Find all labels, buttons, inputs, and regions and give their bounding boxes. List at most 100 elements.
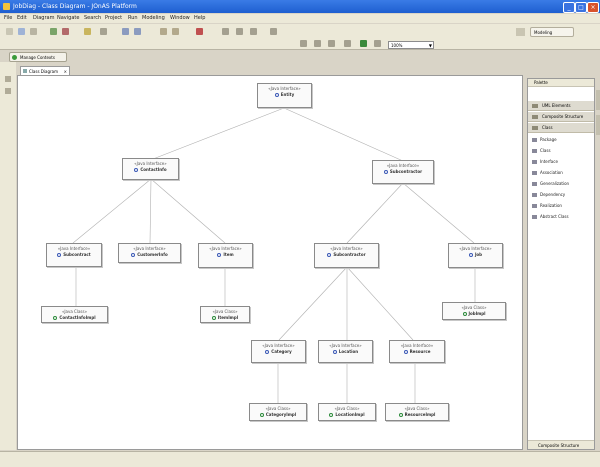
class-node[interactable]: «Java Interface» CustomerInfo <box>118 243 181 263</box>
interface-icon <box>57 253 62 257</box>
interface-icon <box>532 160 537 164</box>
delete-icon[interactable] <box>196 28 203 35</box>
view-icon[interactable] <box>5 88 11 94</box>
print-icon[interactable] <box>30 28 37 35</box>
class-node[interactable]: «Java Interface» ContactInfo <box>122 158 179 180</box>
palette-item[interactable]: Interface <box>532 159 558 164</box>
drawer-label: UML Elements <box>542 103 571 108</box>
menu-run[interactable]: Run <box>128 15 138 21</box>
perspective-button[interactable]: Modeling <box>530 27 574 37</box>
class-node[interactable]: «Java Class» CategoryImpl <box>249 403 307 421</box>
class-node[interactable]: «Java Interface» Job <box>448 243 503 268</box>
menu-edit[interactable]: Edit <box>17 15 27 21</box>
zoom-select[interactable]: 100% ▼ <box>388 41 434 49</box>
menu-project[interactable]: Project <box>105 15 122 21</box>
side-tab[interactable] <box>596 90 600 110</box>
palette-item-label: Interface <box>540 159 558 164</box>
restore-icon[interactable] <box>5 76 11 82</box>
align-right-icon[interactable] <box>250 28 257 35</box>
back-icon[interactable] <box>122 28 129 35</box>
class-node[interactable]: «Java Class» LocationImpl <box>318 403 376 421</box>
palette-footer[interactable]: Composite Structure <box>528 440 594 449</box>
menu-file[interactable]: File <box>4 15 12 21</box>
menu-help[interactable]: Help <box>194 15 205 21</box>
menu-search[interactable]: Search <box>84 15 101 21</box>
line-style-icon[interactable] <box>314 40 321 47</box>
class-node[interactable]: «Java Interface» Location <box>318 340 373 363</box>
palette-drawer[interactable]: Class <box>528 123 594 133</box>
manage-contexts-button[interactable]: Manage Contexts <box>9 52 67 62</box>
align-center-icon[interactable] <box>236 28 243 35</box>
interface-icon <box>332 350 337 354</box>
stereotype: «Java Class» <box>212 309 238 314</box>
stereotype: «Java Interface» <box>209 246 242 251</box>
maximize-button[interactable]: □ <box>575 2 587 13</box>
class-node[interactable]: «Java Interface» Item <box>198 243 253 268</box>
class-node[interactable]: «Java Class» ContactInfoImpl <box>41 306 108 323</box>
class-icon <box>259 413 264 417</box>
close-button[interactable]: × <box>587 2 599 13</box>
palette-item[interactable]: Generalization <box>532 181 569 186</box>
palette-drawer[interactable]: UML Elements <box>528 101 594 111</box>
palette-item[interactable]: Package <box>532 137 557 142</box>
redo-icon[interactable] <box>172 28 179 35</box>
class-node[interactable]: «Java Interface» Category <box>251 340 306 363</box>
menu-modeling[interactable]: Modeling <box>142 15 165 21</box>
palette-item[interactable]: Association <box>532 170 563 175</box>
arrange-icon[interactable] <box>270 28 277 35</box>
run-icon[interactable] <box>50 28 57 35</box>
forward-icon[interactable] <box>134 28 141 35</box>
search-icon[interactable] <box>100 28 107 35</box>
manage-contexts-label: Manage Contexts <box>20 55 55 60</box>
palette-item[interactable]: Class <box>532 148 551 153</box>
class-node[interactable]: «Java Interface» Entity <box>257 83 312 108</box>
debug-icon[interactable] <box>62 28 69 35</box>
palette-item[interactable]: Abstract Class <box>532 214 569 219</box>
palette-item[interactable]: Dependency <box>532 192 565 197</box>
font-color-icon[interactable] <box>300 40 307 47</box>
class-node[interactable]: «Java Class» JobImpl <box>442 302 506 320</box>
class-name: Resource <box>409 349 431 354</box>
class-icon <box>532 149 537 153</box>
folder-icon <box>532 115 538 119</box>
class-node[interactable]: «Java Interface» Resource <box>389 340 445 363</box>
save-icon[interactable] <box>18 28 25 35</box>
menu-diagram[interactable]: Diagram <box>33 15 54 21</box>
menu-navigate[interactable]: Navigate <box>57 15 79 21</box>
window-title: JobDiag - Class Diagram - JOnAS Platform <box>13 3 137 10</box>
menu-bar: File Edit Diagram Navigate Search Projec… <box>0 14 600 23</box>
new-icon[interactable] <box>6 28 13 35</box>
menu-window[interactable]: Window <box>170 15 190 21</box>
open-perspective-icon[interactable] <box>516 28 525 36</box>
palette-item-label: Realization <box>540 203 562 208</box>
stereotype: «Java Class» <box>461 305 487 310</box>
palette-drawer[interactable]: Composite Structure <box>528 112 594 122</box>
class-node[interactable]: «Java Interface» Subcontractor <box>314 243 379 268</box>
undo-icon[interactable] <box>160 28 167 35</box>
diagram-icon <box>23 69 27 73</box>
align-left-icon[interactable] <box>222 28 229 35</box>
stereotype: «Java Class» <box>61 309 88 314</box>
class-node[interactable]: «Java Interface» Subcontract <box>46 243 102 267</box>
zoom-icon[interactable] <box>374 40 381 47</box>
class-node[interactable]: «Java Class» ItemImpl <box>200 306 250 323</box>
fill-color-icon[interactable] <box>360 40 367 47</box>
stereotype: «Java Interface» <box>134 161 167 166</box>
interface-icon <box>274 93 279 97</box>
connector-icon[interactable] <box>328 40 335 47</box>
class-name: CustomerInfo <box>137 252 168 257</box>
stereotype: «Java Class» <box>265 406 291 411</box>
side-tab[interactable] <box>596 115 600 135</box>
line-color-icon[interactable] <box>344 40 351 47</box>
interface-icon <box>134 168 139 172</box>
class-node[interactable]: «Java Class» ResourceImpl <box>385 403 449 421</box>
class-name: Item <box>223 252 234 257</box>
palette-item[interactable]: Realization <box>532 203 562 208</box>
open-type-icon[interactable] <box>84 28 91 35</box>
palette: Palette UML Elements Composite Structure… <box>527 78 595 450</box>
class-icon <box>211 316 216 320</box>
minimize-button[interactable]: _ <box>563 2 575 13</box>
class-node[interactable]: «Java Interface» Subcontractor <box>372 160 434 184</box>
context-icon <box>12 55 17 60</box>
tab-class-diagram[interactable]: Class Diagram × <box>20 66 70 75</box>
